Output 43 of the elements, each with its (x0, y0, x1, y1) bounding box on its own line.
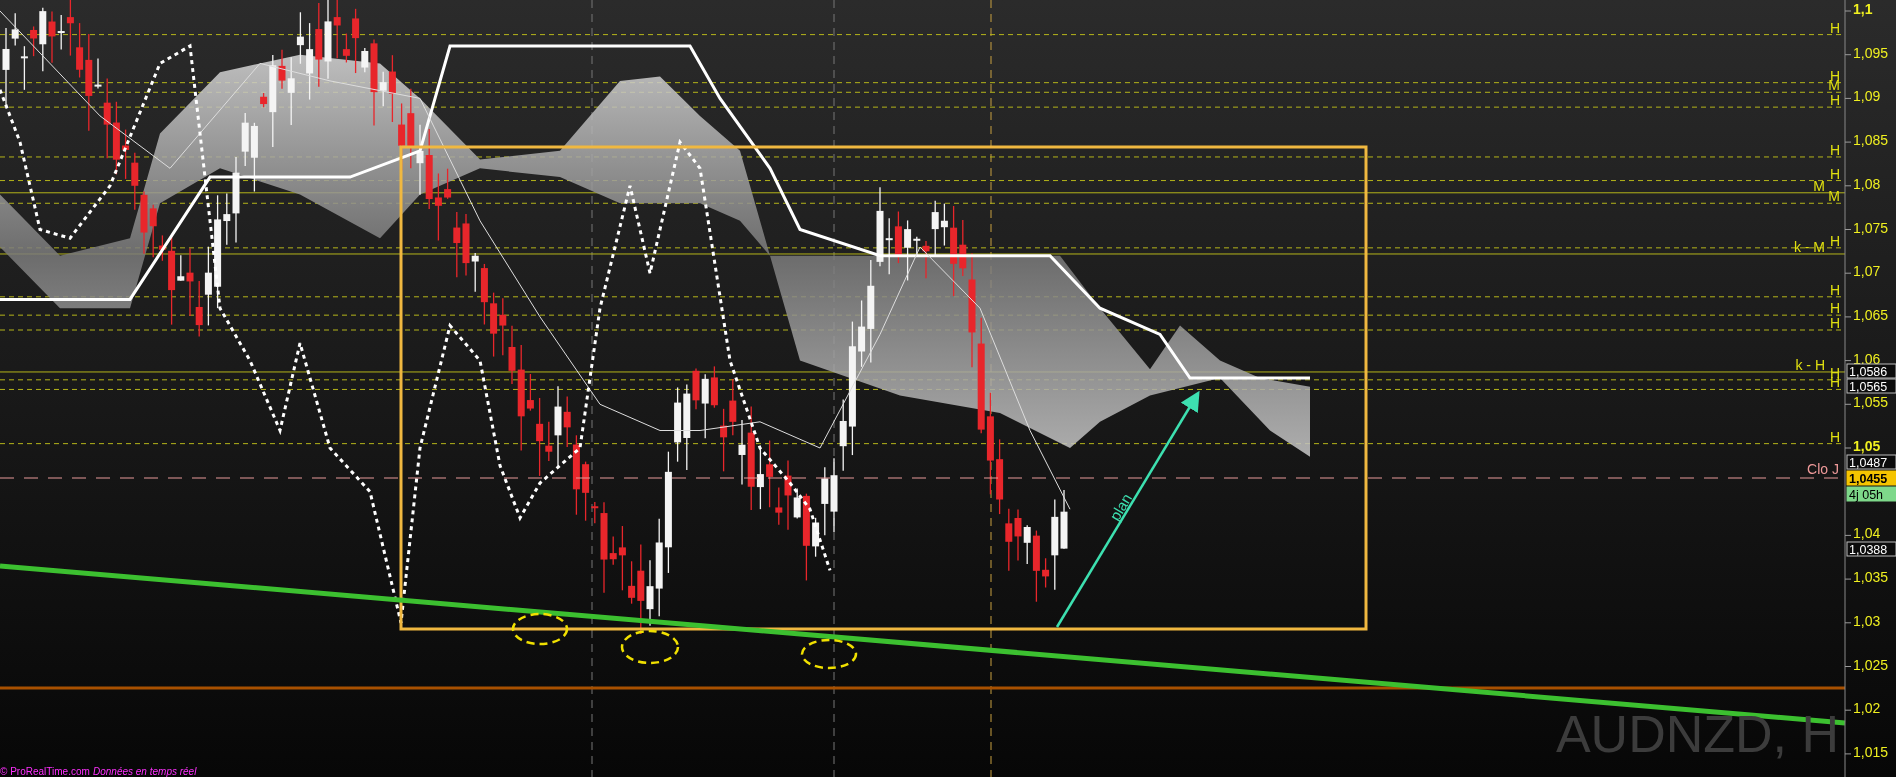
level-label: H (1829, 281, 1840, 298)
data-status-text: Données en temps réel (93, 766, 197, 777)
level-label: H (1829, 232, 1840, 249)
price-tick-label: 1,035 (1853, 569, 1889, 586)
price-tag: 1,0388 (1846, 541, 1896, 557)
level-label: M (1813, 177, 1825, 194)
price-tick-label: 1,04 (1853, 525, 1881, 542)
price-tick-label: 1,07 (1853, 263, 1881, 280)
price-tick-label: 1,085 (1853, 132, 1889, 149)
level-label: H (1829, 19, 1840, 36)
level-label: M (1828, 188, 1840, 205)
price-tag: 1,0586 (1846, 363, 1896, 379)
level-label: H (1829, 428, 1840, 445)
price-tick-label: 1,065 (1853, 306, 1889, 323)
price-tick-label: 1,055 (1853, 394, 1889, 411)
level-label: H (1829, 92, 1840, 109)
price-tick-label: 1,075 (1853, 219, 1889, 236)
price-tick-label: 1,08 (1853, 175, 1881, 192)
level-label: H (1829, 165, 1840, 182)
price-tick-label: 1,015 (1853, 743, 1889, 760)
level-label: k - M (1793, 238, 1825, 255)
level-label: H (1829, 300, 1840, 317)
close-marker-label: Clo J (1807, 461, 1839, 477)
price-tick-label: 1,05 (1853, 438, 1881, 454)
highlight-ellipse (511, 612, 569, 646)
price-tag: 4j 05h (1846, 486, 1896, 502)
highlight-ellipse (800, 638, 858, 670)
price-tag: 1,0565 (1846, 378, 1896, 394)
price-tag: 1,0487 (1846, 454, 1896, 470)
highlight-ellipse (620, 629, 680, 665)
symbol-label: AUDNZD, H (1555, 705, 1839, 763)
level-label: k - H (1795, 356, 1825, 373)
price-tick-label: 1,1 (1853, 1, 1873, 17)
price-tick-label: 1,02 (1853, 700, 1881, 717)
price-tick-label: 1,09 (1853, 88, 1881, 105)
price-tag: 1,0455 (1846, 470, 1896, 486)
price-tick-label: 1,025 (1853, 656, 1889, 673)
level-label: H (1829, 141, 1840, 158)
price-tick-label: 1,095 (1853, 44, 1889, 61)
candlestick (444, 168, 452, 200)
copyright-text: © ProRealTime.com (0, 766, 90, 777)
price-tick-label: 1,03 (1853, 612, 1881, 629)
level-label: H (1829, 315, 1840, 331)
